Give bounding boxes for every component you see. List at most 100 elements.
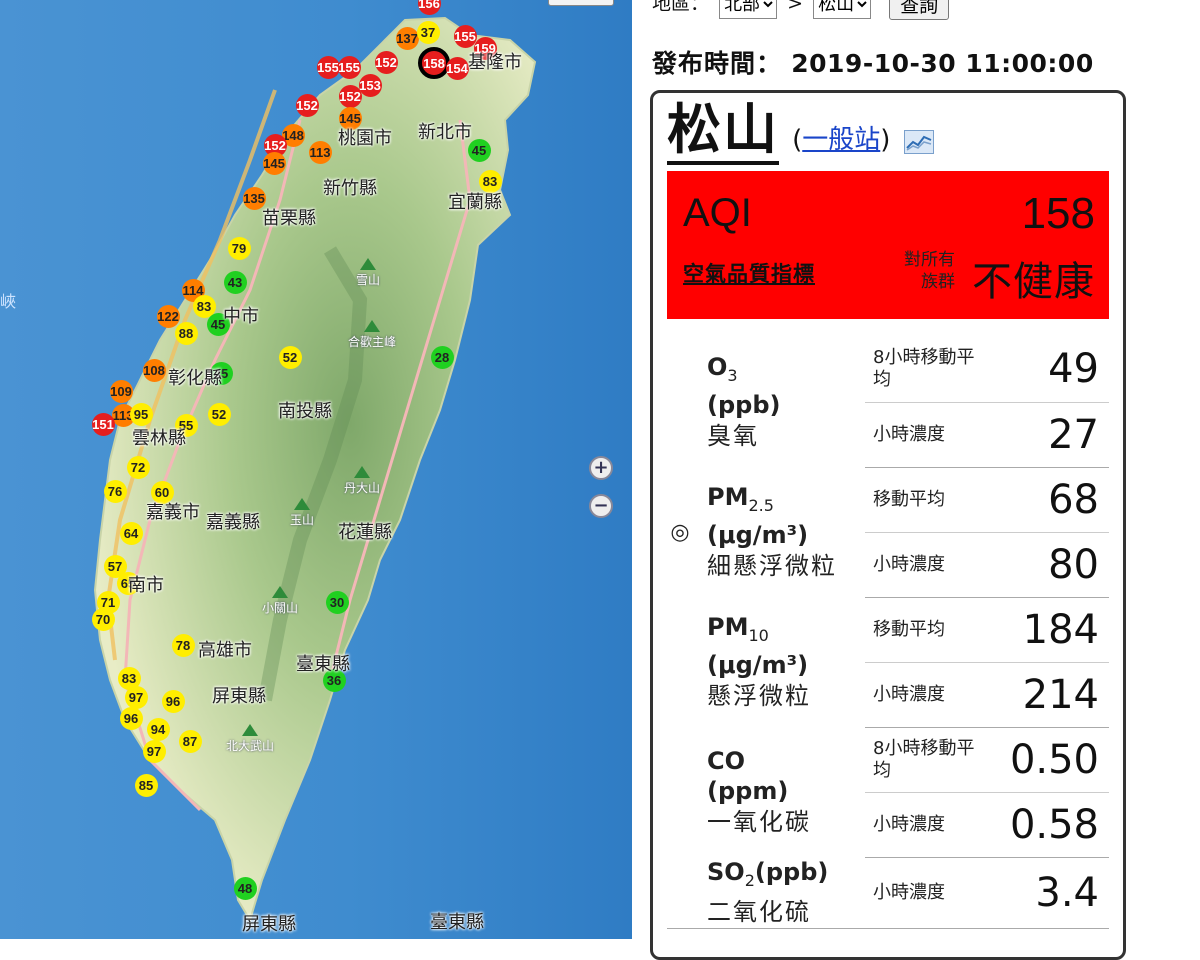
station-marker[interactable]: 109 <box>109 379 133 403</box>
pollutant-zh-name: 一氧化碳 <box>707 808 811 836</box>
region-label: 地區： <box>652 0 710 15</box>
station-marker[interactable]: 43 <box>223 270 247 294</box>
measure-value: 80 <box>975 532 1109 598</box>
measure-value: 49 <box>975 337 1109 403</box>
station-marker[interactable]: 94 <box>146 717 170 741</box>
pollutant-name: SO2(ppb) 二氧化硫 <box>693 857 865 929</box>
station-marker[interactable]: 154 <box>445 56 469 80</box>
measure-label: 小時濃度 <box>865 857 975 929</box>
mountain-label: 小關山 <box>262 601 299 615</box>
trend-chart-icon[interactable] <box>903 129 934 158</box>
measure-label: 8小時移動平均 <box>865 727 975 793</box>
station-marker[interactable]: 152 <box>338 84 362 108</box>
publish-value: 2019-10-30 11:00:00 <box>791 49 1094 78</box>
pollutant-table: O3 (ppb) 臭氧 8小時移動平均 49 小時濃度 27 ◎ PM2.5 (μg/m³) 細懸浮… <box>667 337 1109 929</box>
station-marker[interactable]: 96 <box>161 689 185 713</box>
station-marker[interactable]: 30 <box>325 590 349 614</box>
station-marker[interactable]: 88 <box>174 321 198 345</box>
pollutant-symbol: SO2(ppb) <box>707 858 829 890</box>
place-label: 南投縣 <box>278 401 332 422</box>
station-marker[interactable]: 52 <box>207 402 231 426</box>
query-button[interactable]: 查詢 <box>889 0 950 20</box>
station-type: (一般站) <box>792 125 890 155</box>
pollutant-row: O3 (ppb) 臭氧 8小時移動平均 49 <box>667 337 1109 450</box>
station-marker[interactable]: 52 <box>278 345 302 369</box>
measure-label: 小時濃度 <box>865 532 975 598</box>
station-marker[interactable]: 108 <box>142 358 166 382</box>
place-label: 高雄市 <box>198 640 252 661</box>
station-panel: 地區： 北部 > 松山 查詢 發布時間： 2019-10-30 11:00:00… <box>632 0 1200 960</box>
station-marker[interactable]: 85 <box>134 773 158 797</box>
station-marker[interactable]: 28 <box>430 345 454 369</box>
measure-label: 8小時移動平均 <box>865 337 975 403</box>
station-marker[interactable]: 153 <box>358 73 382 97</box>
mountain-label: 雪山 <box>356 273 381 287</box>
station-marker[interactable]: 79 <box>227 236 251 260</box>
station-marker[interactable]: 76 <box>103 479 127 503</box>
place-label: 花蓮縣 <box>338 522 392 543</box>
place-label: 南市 <box>128 575 164 596</box>
station-marker[interactable]: 97 <box>142 739 166 763</box>
station-select[interactable]: 松山 <box>813 0 872 19</box>
station-marker[interactable]: 72 <box>126 455 150 479</box>
measure-label: 移動平均 <box>865 597 975 663</box>
station-marker[interactable]: 152 <box>295 93 319 117</box>
station-marker[interactable]: 78 <box>171 633 195 657</box>
region-select[interactable]: 北部 <box>719 0 778 19</box>
main-pollutant-mark: ◎ <box>670 519 690 545</box>
station-marker[interactable]: 97 <box>124 685 148 709</box>
aqi-info-link[interactable]: 空氣品質指標 <box>683 258 815 288</box>
mountain-peak: 玉山 <box>290 498 314 528</box>
main-pollutant-mark <box>667 857 693 929</box>
pollutant-symbol: O3 <box>707 352 738 385</box>
zoom-out-button[interactable]: − <box>589 494 613 518</box>
pollutant-name: O3 (ppb) 臭氧 <box>693 337 865 467</box>
pollutant-name: PM10 (μg/m³) 懸浮微粒 <box>693 597 865 727</box>
station-marker[interactable]: 122 <box>156 304 180 328</box>
pollutant-unit: (μg/m³) <box>707 521 809 550</box>
measure-label: 小時濃度 <box>865 402 975 468</box>
station-marker[interactable]: 137 <box>395 26 419 50</box>
station-marker[interactable]: 96 <box>119 706 143 730</box>
station-marker[interactable]: 113 <box>308 140 332 164</box>
pollutant-zh-name: 二氧化硫 <box>707 897 811 926</box>
station-marker[interactable]: 87 <box>178 729 202 753</box>
station-marker[interactable]: 37 <box>416 20 440 44</box>
station-marker[interactable]: 155 <box>453 24 477 48</box>
main-pollutant-mark <box>667 597 693 727</box>
station-card: 松山 (一般站) AQI 158 空氣品質指標 對所有族群 不健康 O3 (ppb… <box>650 90 1126 960</box>
publish-time: 發布時間： 2019-10-30 11:00:00 <box>652 44 1094 80</box>
pollutant-zh-name: 懸浮微粒 <box>707 682 811 711</box>
station-name: 松山 <box>667 98 779 165</box>
pollutant-symbol: PM10 <box>707 612 769 645</box>
zoom-in-button[interactable]: + <box>589 456 613 480</box>
measure-value: 3.4 <box>975 857 1109 929</box>
place-label: 彰化縣 <box>168 368 222 389</box>
measure-value: 27 <box>975 402 1109 468</box>
place-label: 臺東縣 <box>296 654 350 675</box>
aqi-label: AQI <box>683 191 752 235</box>
pollutant-row: PM10 (μg/m³) 懸浮微粒 移動平均 184 <box>667 597 1109 710</box>
station-marker[interactable]: 151 <box>91 412 115 436</box>
station-marker[interactable]: 70 <box>91 607 115 631</box>
mountain-peak: 丹大山 <box>344 466 380 496</box>
station-marker[interactable]: 152 <box>374 50 398 74</box>
station-marker[interactable]: 95 <box>129 402 153 426</box>
mountain-label: 北大武山 <box>226 739 275 753</box>
station-marker[interactable]: 145 <box>262 151 286 175</box>
mountain-peak: 小關山 <box>262 586 298 616</box>
station-marker[interactable]: 155 <box>337 55 361 79</box>
station-marker[interactable]: 48 <box>233 876 257 900</box>
station-marker[interactable]: 155 <box>316 55 340 79</box>
pollutant-zh-name: 細懸浮微粒 <box>707 552 837 581</box>
station-type-link[interactable]: 一般站 <box>802 125 880 155</box>
pollutant-unit: (ppm) <box>707 777 789 805</box>
station-marker[interactable]: 64 <box>119 521 143 545</box>
pollutant-row: CO (ppm) 一氧化碳 8小時移動平均 0.50 <box>667 727 1109 836</box>
place-label: 桃園市 <box>338 128 392 149</box>
mountain-peak: 雪山 <box>356 258 380 288</box>
aqi-map[interactable]: 156 137 37 155 159 155 155 152 158 154 152 153 152 14… <box>0 0 632 939</box>
pollutant-row: ◎ PM2.5 (μg/m³) 細懸浮微粒 移動平均 68 <box>667 467 1109 580</box>
map-layer-button[interactable] <box>548 0 614 6</box>
measure-label: 小時濃度 <box>865 792 975 858</box>
